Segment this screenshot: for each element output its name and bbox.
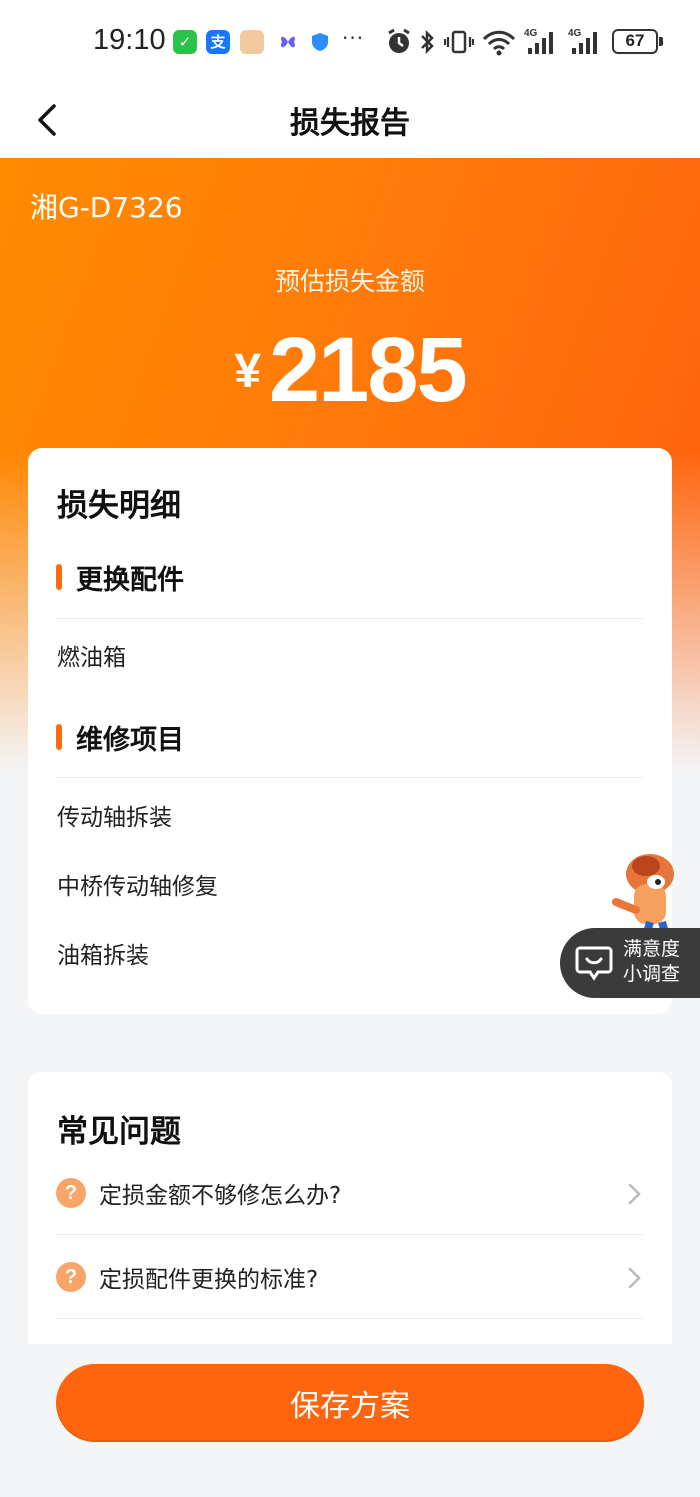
section-label: 维修项目 bbox=[76, 725, 184, 756]
section-accent-bar bbox=[56, 724, 62, 750]
status-time: 19:10 bbox=[93, 24, 166, 56]
shield-icon bbox=[308, 30, 332, 54]
faq-card: 常见问题 ? 定损金额不够修怎么办? ? 定损配件更换的标准? bbox=[28, 1072, 672, 1372]
list-item: 中桥传动轴修复 bbox=[57, 874, 218, 900]
save-plan-button[interactable]: 保存方案 bbox=[56, 1364, 644, 1442]
vibrate-icon bbox=[444, 30, 474, 54]
bottom-action-bar: 保存方案 bbox=[0, 1344, 700, 1497]
chevron-right-icon bbox=[628, 1183, 641, 1205]
alipay-icon: 支 bbox=[206, 30, 230, 54]
app-mascot-icon bbox=[240, 30, 264, 54]
faq-question: 定损配件更换的标准? bbox=[99, 1267, 319, 1293]
faq-item[interactable]: ? 定损配件更换的标准? bbox=[56, 1248, 644, 1308]
list-item: 油箱拆装 bbox=[57, 943, 149, 969]
chat-bubble-icon bbox=[575, 946, 613, 981]
detail-title: 损失明细 bbox=[57, 488, 181, 524]
estimate-label: 预估损失金额 bbox=[274, 267, 425, 296]
list-item: 传动轴拆装 bbox=[57, 805, 172, 831]
survey-label: 满意度 小调查 bbox=[623, 937, 695, 987]
divider bbox=[56, 1318, 642, 1319]
faq-title: 常见问题 bbox=[57, 1114, 181, 1150]
faq-question: 定损金额不够修怎么办? bbox=[99, 1183, 342, 1209]
survey-line-1: 满意度 bbox=[623, 938, 681, 960]
divider bbox=[56, 618, 642, 619]
section-label: 更换配件 bbox=[76, 565, 184, 596]
divider bbox=[56, 777, 642, 778]
list-item: 燃油箱 bbox=[57, 645, 126, 671]
faq-item[interactable]: ? 定损金额不够修怎么办? bbox=[56, 1164, 644, 1224]
estimate-amount: ¥2185 bbox=[0, 318, 700, 423]
amount-value: 2185 bbox=[269, 319, 468, 421]
signal-icon-1 bbox=[528, 32, 553, 54]
survey-button[interactable]: 满意度 小调查 bbox=[560, 928, 700, 998]
question-icon: ? bbox=[56, 1262, 86, 1292]
alarm-icon bbox=[388, 28, 410, 53]
currency-symbol: ¥ bbox=[234, 345, 262, 398]
question-icon: ? bbox=[56, 1178, 86, 1208]
wechat-icon: ✓ bbox=[173, 30, 197, 54]
section-accent-bar bbox=[56, 564, 62, 590]
chevron-right-icon bbox=[628, 1267, 641, 1289]
status-bar: 19:10 ✓ 支 ··· 4G 4G 67 bbox=[0, 0, 700, 82]
bluetooth-icon bbox=[421, 29, 434, 55]
loss-detail-card: 损失明细 更换配件 燃油箱 维修项目 传动轴拆装 中桥传动轴修复 油箱拆装 bbox=[28, 448, 672, 1014]
battery-indicator: 67 bbox=[612, 29, 663, 54]
page-title: 损失报告 bbox=[290, 106, 410, 141]
mascot-icon[interactable] bbox=[606, 852, 686, 936]
survey-line-2: 小调查 bbox=[623, 963, 681, 985]
butterfly-icon bbox=[276, 30, 300, 54]
nav-bar: 损失报告 bbox=[0, 82, 700, 158]
more-notifications-icon: ··· bbox=[342, 26, 365, 50]
wifi-icon bbox=[482, 30, 516, 56]
signal-icon-2 bbox=[572, 32, 597, 54]
divider bbox=[56, 1234, 642, 1235]
license-plate: 湘G-D7326 bbox=[30, 191, 183, 224]
